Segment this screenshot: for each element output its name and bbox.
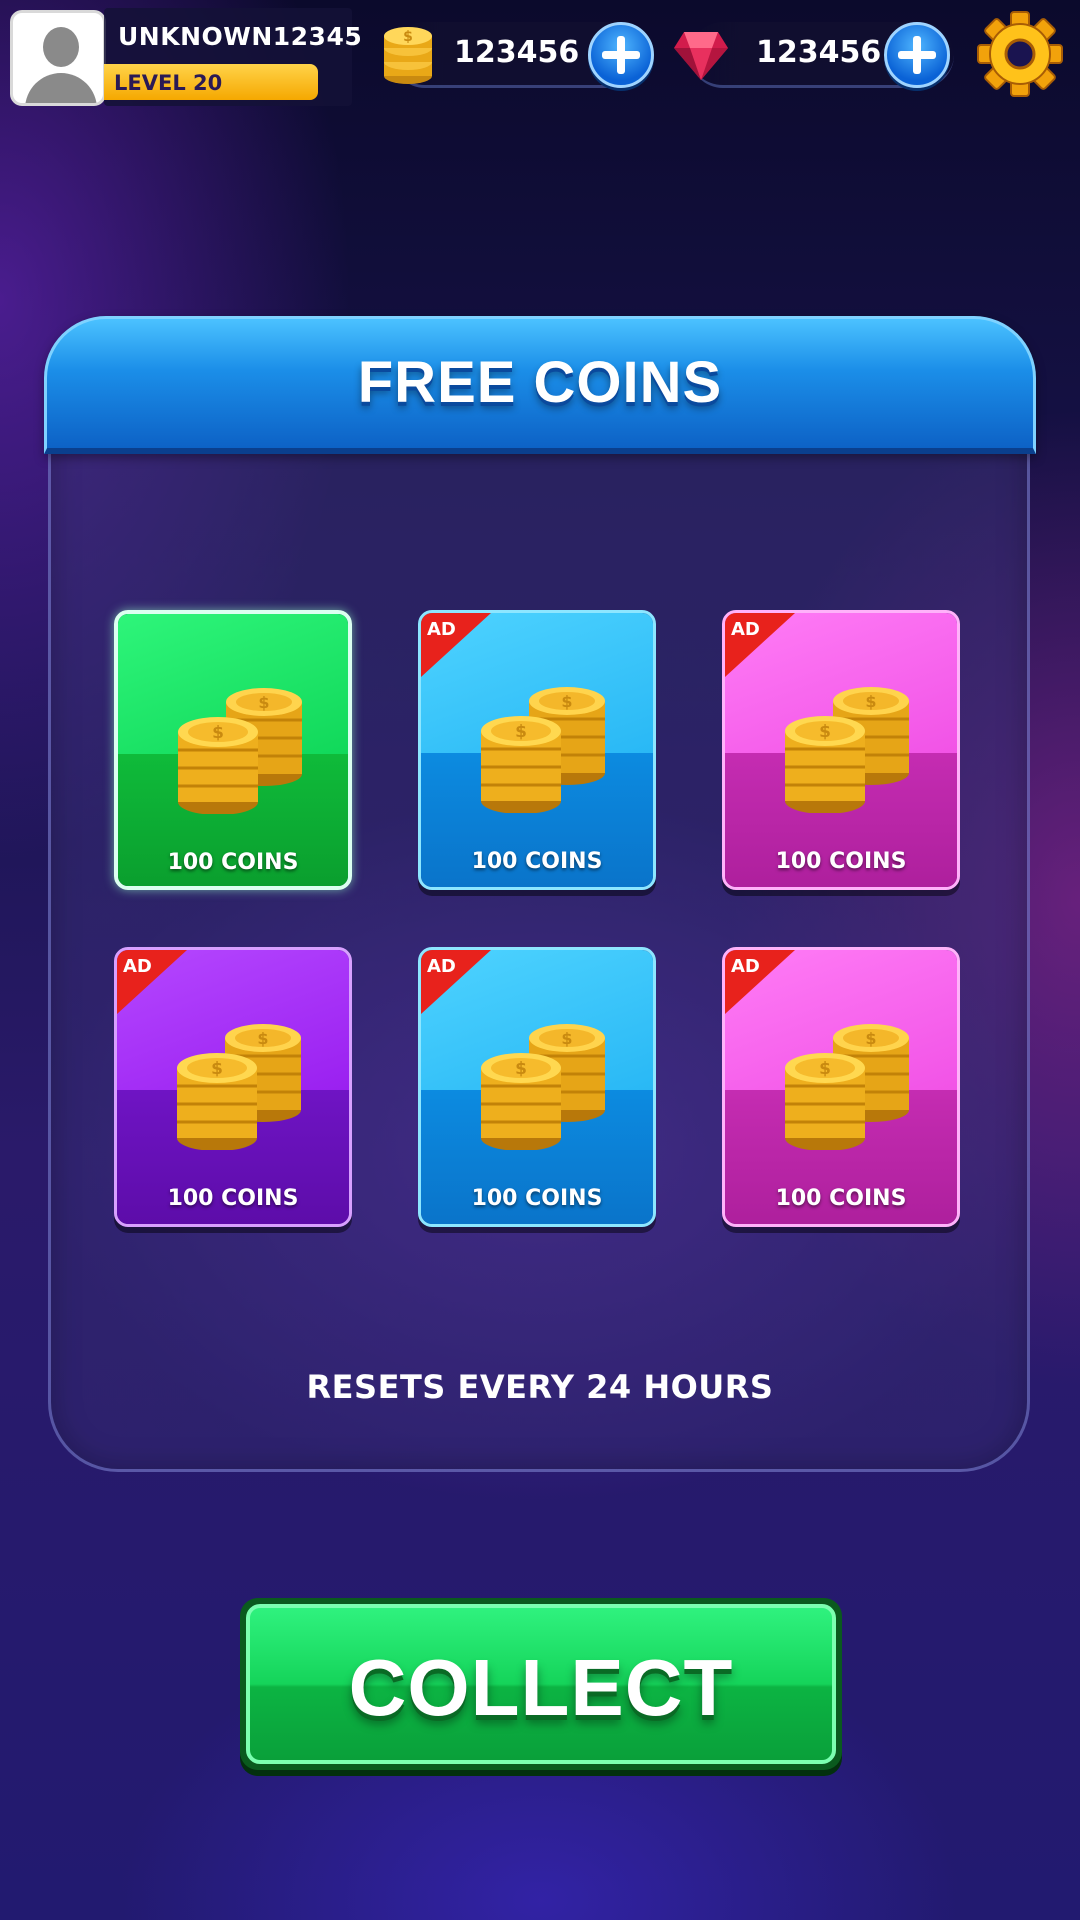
panel-title: FREE COINS	[357, 350, 723, 415]
coin-stack-icon: $ $	[783, 1010, 913, 1151]
ad-badge: AD	[725, 950, 795, 1014]
ad-badge: AD	[421, 613, 491, 677]
reward-label: 100 COINS	[471, 1186, 603, 1211]
level-badge: LEVEL 20	[104, 64, 318, 100]
reward-card[interactable]: $ $ 100 COINS AD	[114, 947, 352, 1227]
ad-badge: AD	[421, 950, 491, 1014]
ad-badge: AD	[117, 950, 187, 1014]
gear-icon[interactable]	[976, 10, 1064, 98]
avatar-body	[25, 73, 97, 103]
svg-text:$: $	[865, 1029, 876, 1048]
svg-text:$: $	[212, 723, 224, 743]
reward-label: 100 COINS	[775, 849, 907, 874]
reward-card[interactable]: $ $ 100 COINS AD	[418, 610, 656, 890]
collect-button-label: COLLECT	[348, 1643, 734, 1732]
collect-button[interactable]: COLLECT	[240, 1598, 842, 1770]
username: UNKNOWN12345	[118, 22, 363, 51]
coin-stack-icon: $	[384, 27, 432, 84]
avatar[interactable]	[10, 10, 106, 106]
buy-gems-plus-button[interactable]	[884, 22, 950, 88]
ad-badge-label: AD	[427, 956, 456, 977]
gem-icon	[674, 32, 728, 80]
svg-text:$: $	[819, 1059, 831, 1079]
svg-text:$: $	[561, 692, 572, 711]
reward-card[interactable]: $ $ 100 COINS AD	[722, 610, 960, 890]
reset-note: RESETS EVERY 24 HOURS	[306, 1368, 774, 1406]
svg-text:$: $	[561, 1029, 572, 1048]
avatar-head	[43, 27, 79, 67]
svg-text:$: $	[515, 1059, 527, 1079]
gem-balance-value: 123456	[756, 35, 882, 70]
svg-text:$: $	[819, 722, 831, 742]
ad-badge-label: AD	[731, 956, 760, 977]
panel-header: FREE COINS	[44, 316, 1036, 454]
svg-text:$: $	[258, 693, 269, 712]
reward-label: 100 COINS	[167, 1186, 299, 1211]
ad-badge-label: AD	[123, 956, 152, 977]
reward-card[interactable]: $ $ 100 COINS	[114, 610, 352, 890]
svg-text:$: $	[515, 722, 527, 742]
coin-stack-icon: $ $	[175, 1010, 305, 1151]
collect-button-face: COLLECT	[246, 1604, 836, 1764]
svg-text:$: $	[257, 1029, 268, 1048]
coin-stack-icon: $ $	[479, 1010, 609, 1151]
reward-label: 100 COINS	[167, 850, 299, 875]
reward-label: 100 COINS	[775, 1186, 907, 1211]
reward-card[interactable]: $ $ 100 COINS AD	[418, 947, 656, 1227]
free-coins-panel	[48, 318, 1030, 1472]
ad-badge: AD	[725, 613, 795, 677]
coin-stack-icon: $ $	[479, 673, 609, 814]
svg-text:$: $	[403, 29, 413, 45]
svg-text:$: $	[865, 692, 876, 711]
coin-balance-value: 123456	[454, 35, 580, 70]
buy-coins-plus-button[interactable]	[588, 22, 654, 88]
ad-badge-label: AD	[427, 619, 456, 640]
svg-text:$: $	[211, 1059, 223, 1079]
reward-label: 100 COINS	[471, 849, 603, 874]
reward-card[interactable]: $ $ 100 COINS AD	[722, 947, 960, 1227]
coin-stack-icon: $ $	[176, 674, 306, 815]
coin-stack-icon: $ $	[783, 673, 913, 814]
ad-badge-label: AD	[731, 619, 760, 640]
